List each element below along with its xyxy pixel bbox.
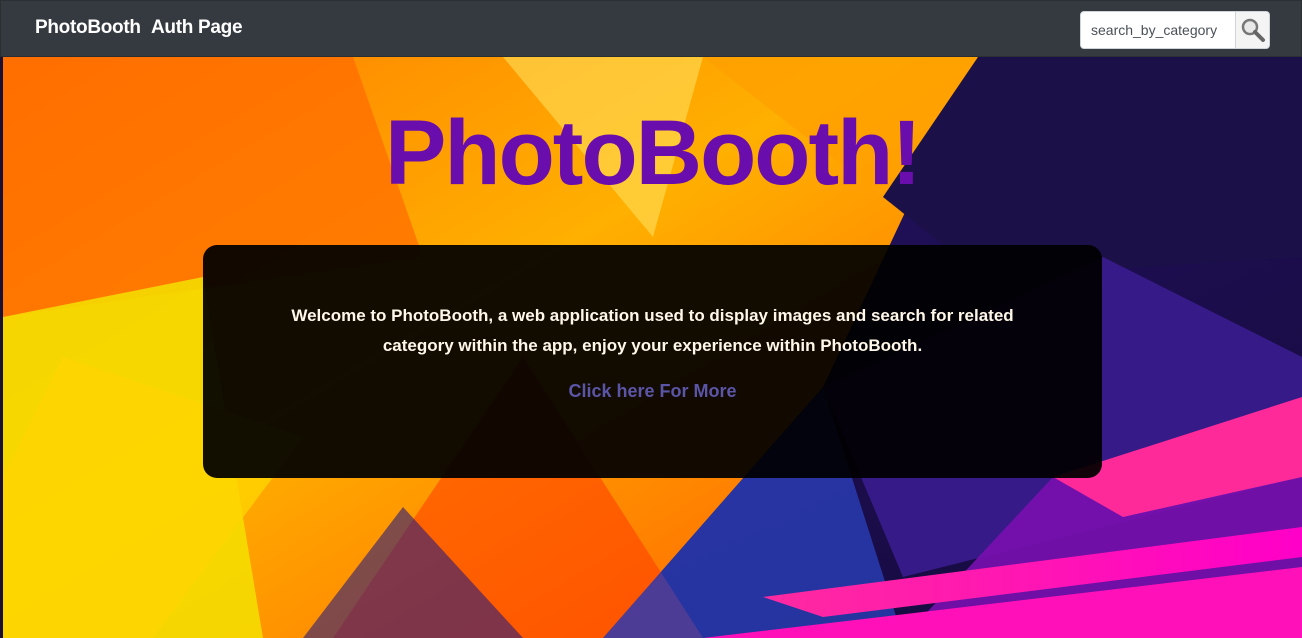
search-input[interactable] [1080, 11, 1236, 49]
hero-section: PhotoBooth! Welcome to PhotoBooth, a web… [3, 57, 1302, 638]
more-info-link[interactable]: Click here For More [203, 381, 1102, 402]
brand-link[interactable]: PhotoBooth [35, 17, 141, 39]
welcome-card: Welcome to PhotoBooth, a web application… [203, 245, 1102, 478]
welcome-text: Welcome to PhotoBooth, a web application… [291, 306, 1014, 355]
search-form [1080, 11, 1270, 49]
search-icon [1241, 18, 1265, 42]
search-button[interactable] [1236, 11, 1270, 49]
navbar: PhotoBooth Auth Page [0, 0, 1302, 57]
nav-link-auth-page[interactable]: Auth Page [151, 17, 243, 39]
page-title: PhotoBooth! [385, 102, 922, 204]
